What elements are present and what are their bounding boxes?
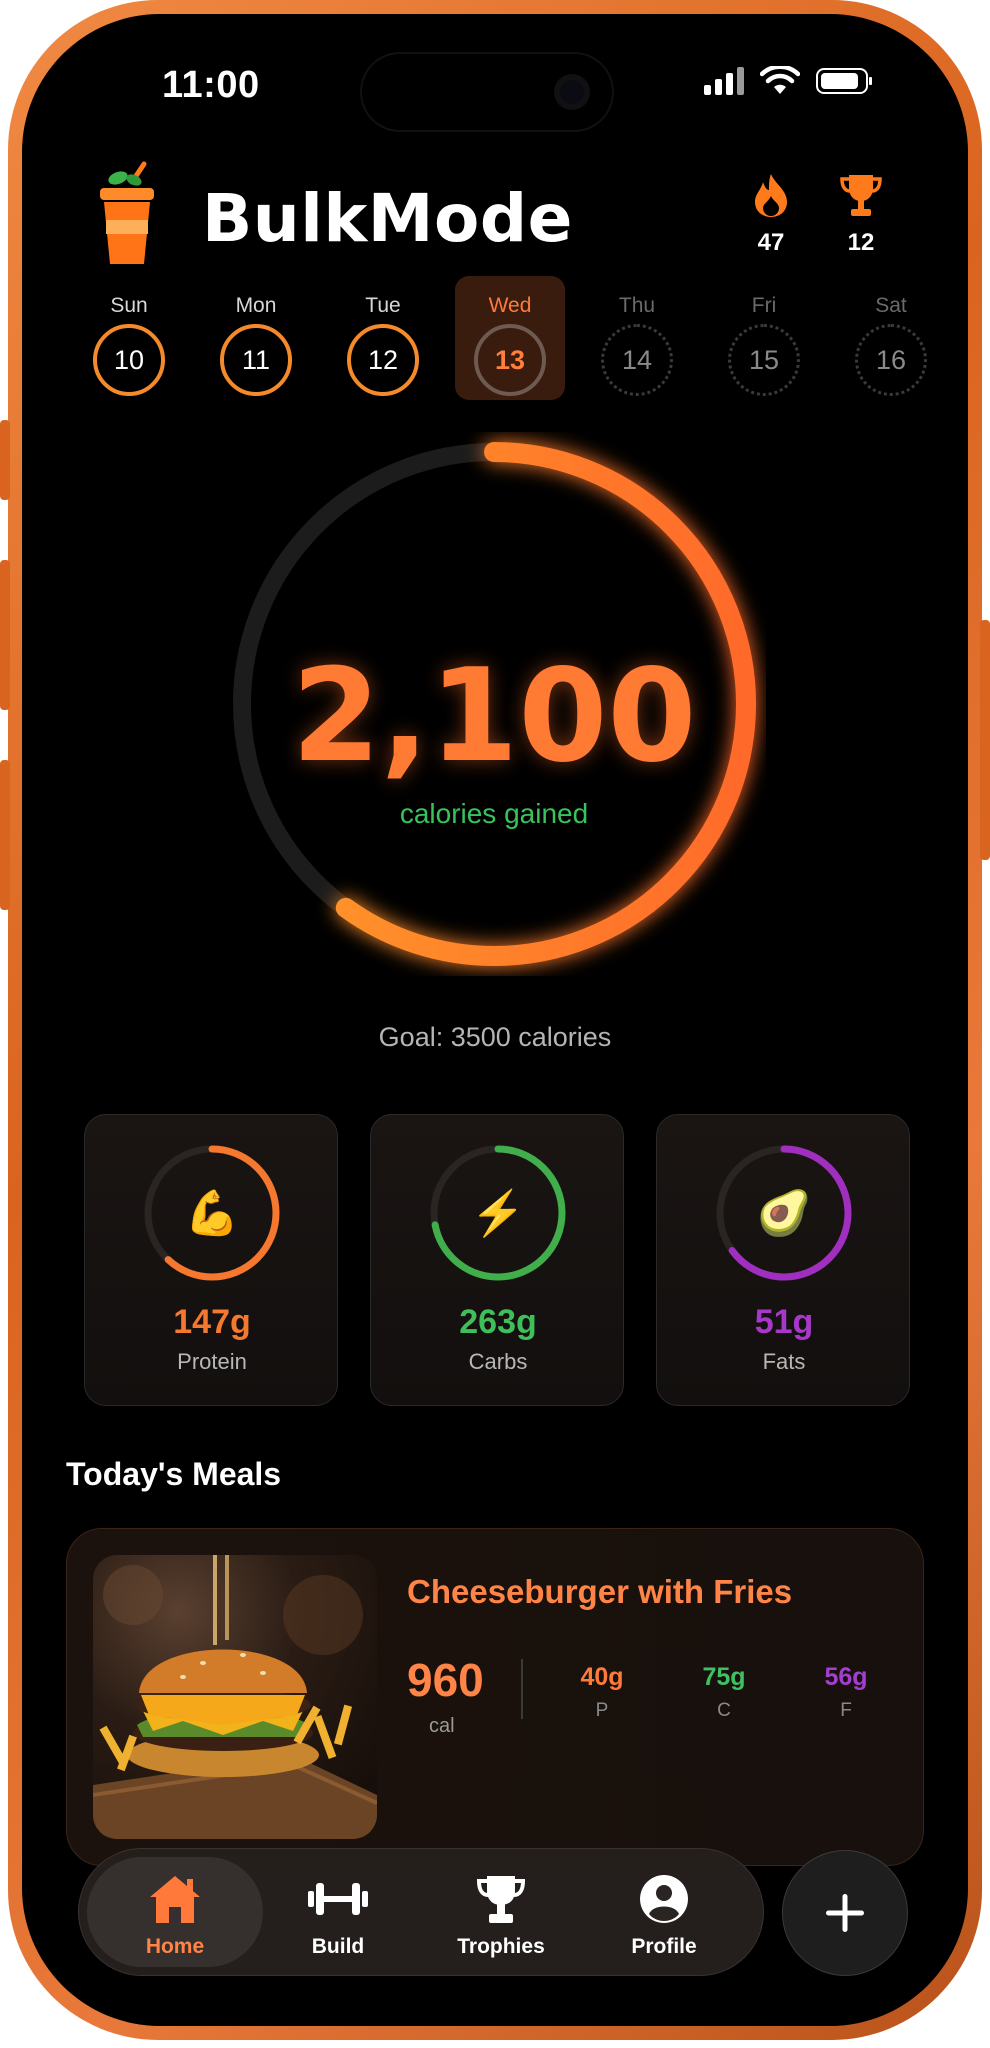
day-name: Mon (235, 294, 277, 317)
battery-icon (816, 68, 872, 94)
macro-name: Carbs (468, 1349, 528, 1374)
meal-protein: 40g P (562, 1663, 642, 1722)
add-meal-button[interactable] (782, 1850, 908, 1976)
flexed-biceps-icon: 💪 (184, 1189, 240, 1238)
phone-side-button (0, 760, 10, 910)
day-wed[interactable]: Wed 13 (455, 276, 565, 400)
day-name: Thu (618, 294, 656, 317)
macro-card-fats[interactable]: 🥑 51g Fats (656, 1114, 910, 1406)
day-name: Sat (875, 294, 907, 317)
meal-carbs: 75g C (684, 1663, 764, 1722)
meal-carbs-label: C (717, 1700, 731, 1721)
dynamic-island (362, 54, 612, 130)
macro-cards: 💪 147g Protein ⚡ 263g Carbs 🥑 51g Fats (84, 1114, 910, 1410)
tab-trophies[interactable]: Trophies (413, 1857, 589, 1967)
trophy-icon (840, 175, 882, 216)
lightning-icon: ⚡ (470, 1189, 526, 1238)
meal-card[interactable]: Cheeseburger with Fries 960 cal 40g P 75… (66, 1528, 924, 1866)
meal-fats: 56g F (806, 1663, 886, 1722)
macro-name: Protein (177, 1349, 247, 1374)
meal-protein-label: P (595, 1700, 609, 1721)
trophy-icon (477, 1876, 525, 1923)
meals-section-title: Today's Meals (66, 1456, 282, 1492)
cheeseburger-image (93, 1555, 377, 1839)
day-date: 11 (220, 324, 292, 396)
trophies-stat[interactable]: 12 (826, 172, 896, 257)
dumbbell-icon (308, 1883, 368, 1915)
tab-label: Home (145, 1935, 205, 1958)
macro-card-carbs[interactable]: ⚡ 263g Carbs (370, 1114, 624, 1406)
macro-value: 51g (754, 1303, 814, 1341)
app-header: BulkMode 47 12 (92, 150, 898, 280)
meal-fats-label: F (840, 1700, 852, 1721)
divider (521, 1659, 523, 1719)
day-date: 10 (93, 324, 165, 396)
meal-protein-value: 40g (580, 1663, 624, 1691)
week-strip: Sun 10 Mon 11 Tue 12 Wed 13 Thu 14 Fri 1… (74, 276, 934, 404)
profile-icon (640, 1875, 688, 1923)
calorie-goal: Goal: 3500 calories (378, 1022, 612, 1052)
flame-icon (755, 174, 787, 217)
phone-side-button (0, 560, 10, 710)
home-icon (150, 1876, 200, 1923)
day-sun[interactable]: Sun 10 (74, 276, 184, 400)
day-name: Wed (488, 294, 532, 317)
day-name: Fri (751, 294, 777, 317)
tab-build[interactable]: Build (250, 1857, 426, 1967)
camera-icon (554, 74, 590, 110)
status-time: 11:00 (162, 64, 260, 106)
wifi-icon (760, 66, 800, 94)
day-thu[interactable]: Thu 14 (582, 276, 692, 400)
macro-value: 147g (173, 1303, 251, 1341)
plus-icon (826, 1894, 864, 1932)
streak-count: 47 (757, 229, 785, 256)
tab-label: Profile (631, 1935, 697, 1958)
day-date: 15 (728, 324, 800, 396)
meal-carbs-value: 75g (702, 1663, 746, 1691)
cellular-signal-icon (704, 67, 744, 95)
phone-side-button (980, 620, 990, 860)
trophy-count: 12 (847, 229, 875, 256)
day-date: 13 (474, 324, 546, 396)
day-tue[interactable]: Tue 12 (328, 276, 438, 400)
tab-label: Build (311, 1935, 365, 1958)
day-name: Sun (110, 294, 148, 317)
day-fri[interactable]: Fri 15 (709, 276, 819, 400)
day-sat[interactable]: Sat 16 (836, 276, 946, 400)
status-icons (704, 66, 872, 96)
macro-value: 263g (459, 1303, 537, 1341)
tab-bar: Home Build Trophies Profile (78, 1848, 764, 1976)
calories-label: calories gained (399, 798, 589, 829)
smoothie-cup-icon (100, 161, 154, 264)
meal-calories: 960 (407, 1654, 484, 1706)
app-title: BulkMode (202, 180, 573, 257)
meal-photo (93, 1555, 377, 1839)
calories-value: 2,100 (291, 642, 697, 791)
day-date: 14 (601, 324, 673, 396)
day-date: 12 (347, 324, 419, 396)
macro-name: Fats (762, 1349, 806, 1374)
tab-home[interactable]: Home (87, 1857, 263, 1967)
meal-name: Cheeseburger with Fries (407, 1573, 793, 1610)
screen: 11:00 BulkMode 47 12 Sun 10 Mon 11 Tue 1… (22, 14, 968, 2026)
streak-stat[interactable]: 47 (736, 172, 806, 257)
day-name: Tue (365, 294, 401, 317)
macro-card-protein[interactable]: 💪 147g Protein (84, 1114, 338, 1406)
tab-profile[interactable]: Profile (576, 1857, 752, 1967)
phone-side-button (0, 420, 10, 500)
meal-calories-unit: cal (429, 1715, 455, 1737)
tab-label: Trophies (457, 1935, 545, 1958)
calorie-progress-ring: 2,100 calories gained (222, 432, 766, 976)
day-date: 16 (855, 324, 927, 396)
avocado-icon: 🥑 (756, 1189, 812, 1238)
day-mon[interactable]: Mon 11 (201, 276, 311, 400)
meal-fats-value: 56g (824, 1663, 868, 1691)
